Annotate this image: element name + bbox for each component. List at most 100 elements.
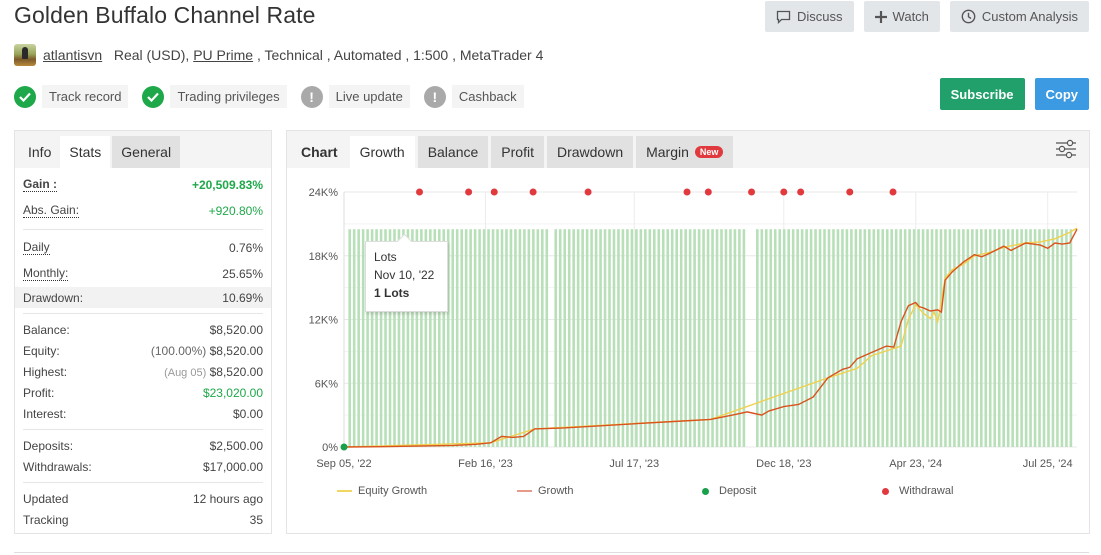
lots-bar: [639, 229, 643, 447]
lots-bar: [715, 229, 719, 447]
sliders-icon: [1056, 139, 1076, 159]
legend-withdrawal[interactable]: Withdrawal: [882, 485, 953, 497]
tab-balance[interactable]: Balance: [417, 136, 489, 168]
withdrawal-point: [704, 188, 712, 196]
lots-bar: [791, 229, 795, 447]
stat-label: Drawdown:: [23, 290, 84, 305]
stats-tabs: Info Stats General: [15, 131, 271, 168]
lots-bar: [675, 229, 678, 447]
tab-drawdown[interactable]: Drawdown: [546, 136, 634, 168]
lots-bar: [1069, 229, 1073, 447]
lots-bar: [809, 229, 813, 447]
tab-margin[interactable]: Margin New: [636, 136, 734, 168]
tab-growth[interactable]: Growth: [349, 136, 415, 168]
equity-percent: (100.00%): [150, 343, 207, 358]
stat-profit: Profit: $23,020.00: [23, 382, 263, 403]
watch-button[interactable]: Watch: [863, 1, 940, 32]
lots-bar: [769, 229, 773, 447]
stat-value: $2,500.00: [209, 438, 263, 453]
growth-chart[interactable]: 0% 6K% 12K% 18K% 24K% Sep 05, '22 Feb 16, '23 J…: [287, 168, 1089, 478]
lots-bar: [585, 229, 589, 447]
stat-label: Deposits:: [23, 438, 74, 453]
custom-analysis-button[interactable]: Custom Analysis: [949, 1, 1089, 32]
stat-monthly: Monthly: 25.65%: [23, 261, 263, 287]
discuss-button[interactable]: Discuss: [765, 1, 854, 32]
lots-bar: [496, 229, 499, 447]
stat-equity: Equity: (100.00%) $8,520.00: [23, 340, 263, 361]
legend-deposit[interactable]: Deposit: [702, 485, 882, 497]
legend-label: Withdrawal: [899, 485, 954, 497]
username-link[interactable]: atlantisvn: [43, 47, 102, 63]
legend-growth[interactable]: Growth: [517, 485, 702, 497]
lots-bar: [621, 229, 625, 447]
lots-bar: [881, 229, 885, 447]
withdrawal-point: [748, 188, 756, 196]
lots-bar: [545, 229, 549, 447]
lots-bar: [523, 229, 526, 447]
lots-bar: [818, 229, 822, 447]
stat-label: Equity:: [23, 343, 60, 358]
top-actions: Discuss Watch Custom Analysis: [765, 1, 1089, 32]
legend-label: Growth: [538, 485, 574, 497]
subscribe-button[interactable]: Subscribe: [939, 78, 1025, 110]
stat-value: 10.69%: [222, 290, 263, 305]
stat-deposits: Deposits: $2,500.00: [23, 435, 263, 456]
lots-bar: [1029, 229, 1032, 447]
legend-equity-growth[interactable]: Equity Growth: [337, 485, 517, 497]
exclamation-icon: !: [300, 85, 323, 108]
lots-bar: [773, 229, 777, 447]
account-meta: atlantisvn Real (USD), PU Prime , Techni…: [14, 44, 543, 66]
lots-bar: [509, 229, 513, 447]
avatar[interactable]: [14, 44, 36, 66]
stat-label: Tracking: [23, 512, 69, 527]
lots-bar: [778, 229, 782, 447]
equity-amount: $8,520.00: [209, 343, 263, 358]
legend-label: Equity Growth: [358, 485, 428, 497]
stat-label[interactable]: Gain :: [23, 178, 58, 192]
tab-general[interactable]: General: [112, 136, 181, 168]
chart-settings-button[interactable]: [1055, 139, 1077, 162]
lots-bar: [1024, 229, 1028, 447]
copy-button[interactable]: Copy: [1034, 78, 1089, 110]
tab-profit[interactable]: Profit: [491, 136, 544, 168]
badge-label: Live update: [328, 85, 410, 108]
badge-trading-privileges[interactable]: Trading privileges: [142, 85, 287, 108]
stat-label[interactable]: Monthly:: [23, 267, 69, 281]
lots-bar: [693, 229, 696, 447]
stat-value: +20,509.83%: [191, 178, 263, 192]
broker-link[interactable]: PU Prime: [193, 47, 253, 63]
lots-bar: [348, 229, 351, 447]
check-icon: [14, 85, 36, 108]
x-tick-label: Dec 18, '23: [756, 458, 811, 470]
lots-bar: [930, 229, 934, 447]
lots-bar: [666, 229, 670, 447]
badge-label: Track record: [42, 85, 129, 108]
x-tick-label: Apr 23, '24: [889, 458, 942, 470]
lots-bar: [608, 229, 611, 447]
lots-bar: [953, 229, 956, 447]
lots-bar: [706, 229, 710, 447]
stat-label[interactable]: Abs. Gain:: [23, 204, 80, 218]
account-type: Real (USD),: [113, 47, 190, 63]
stat-value: $23,020.00: [202, 385, 263, 400]
badge-live-update[interactable]: ! Live update: [300, 85, 410, 108]
lots-bar: [482, 229, 486, 447]
tab-stats[interactable]: Stats: [60, 136, 111, 168]
badge-cashback[interactable]: ! Cashback: [423, 85, 524, 108]
badge-track-record[interactable]: Track record: [14, 85, 129, 108]
lots-bar: [997, 229, 1001, 447]
stats-panel: Info Stats General Gain : +20,509.83% Ab…: [14, 130, 272, 534]
stat-value: (100.00%) $8,520.00: [151, 344, 263, 358]
lots-bar: [823, 229, 826, 447]
lots-bar: [1060, 229, 1064, 447]
lots-bar: [603, 229, 607, 447]
withdrawal-point: [529, 188, 537, 196]
stat-tracking: Tracking 35: [23, 509, 263, 530]
footer-divider: [14, 552, 1089, 553]
lots-bar: [1020, 229, 1023, 447]
tab-info[interactable]: Info: [15, 136, 60, 168]
stat-updated: Updated 12 hours ago: [23, 488, 263, 509]
stat-gain: Gain : +20,509.83%: [23, 172, 263, 198]
lots-bar: [850, 229, 853, 447]
stat-label[interactable]: Daily: [23, 241, 50, 255]
